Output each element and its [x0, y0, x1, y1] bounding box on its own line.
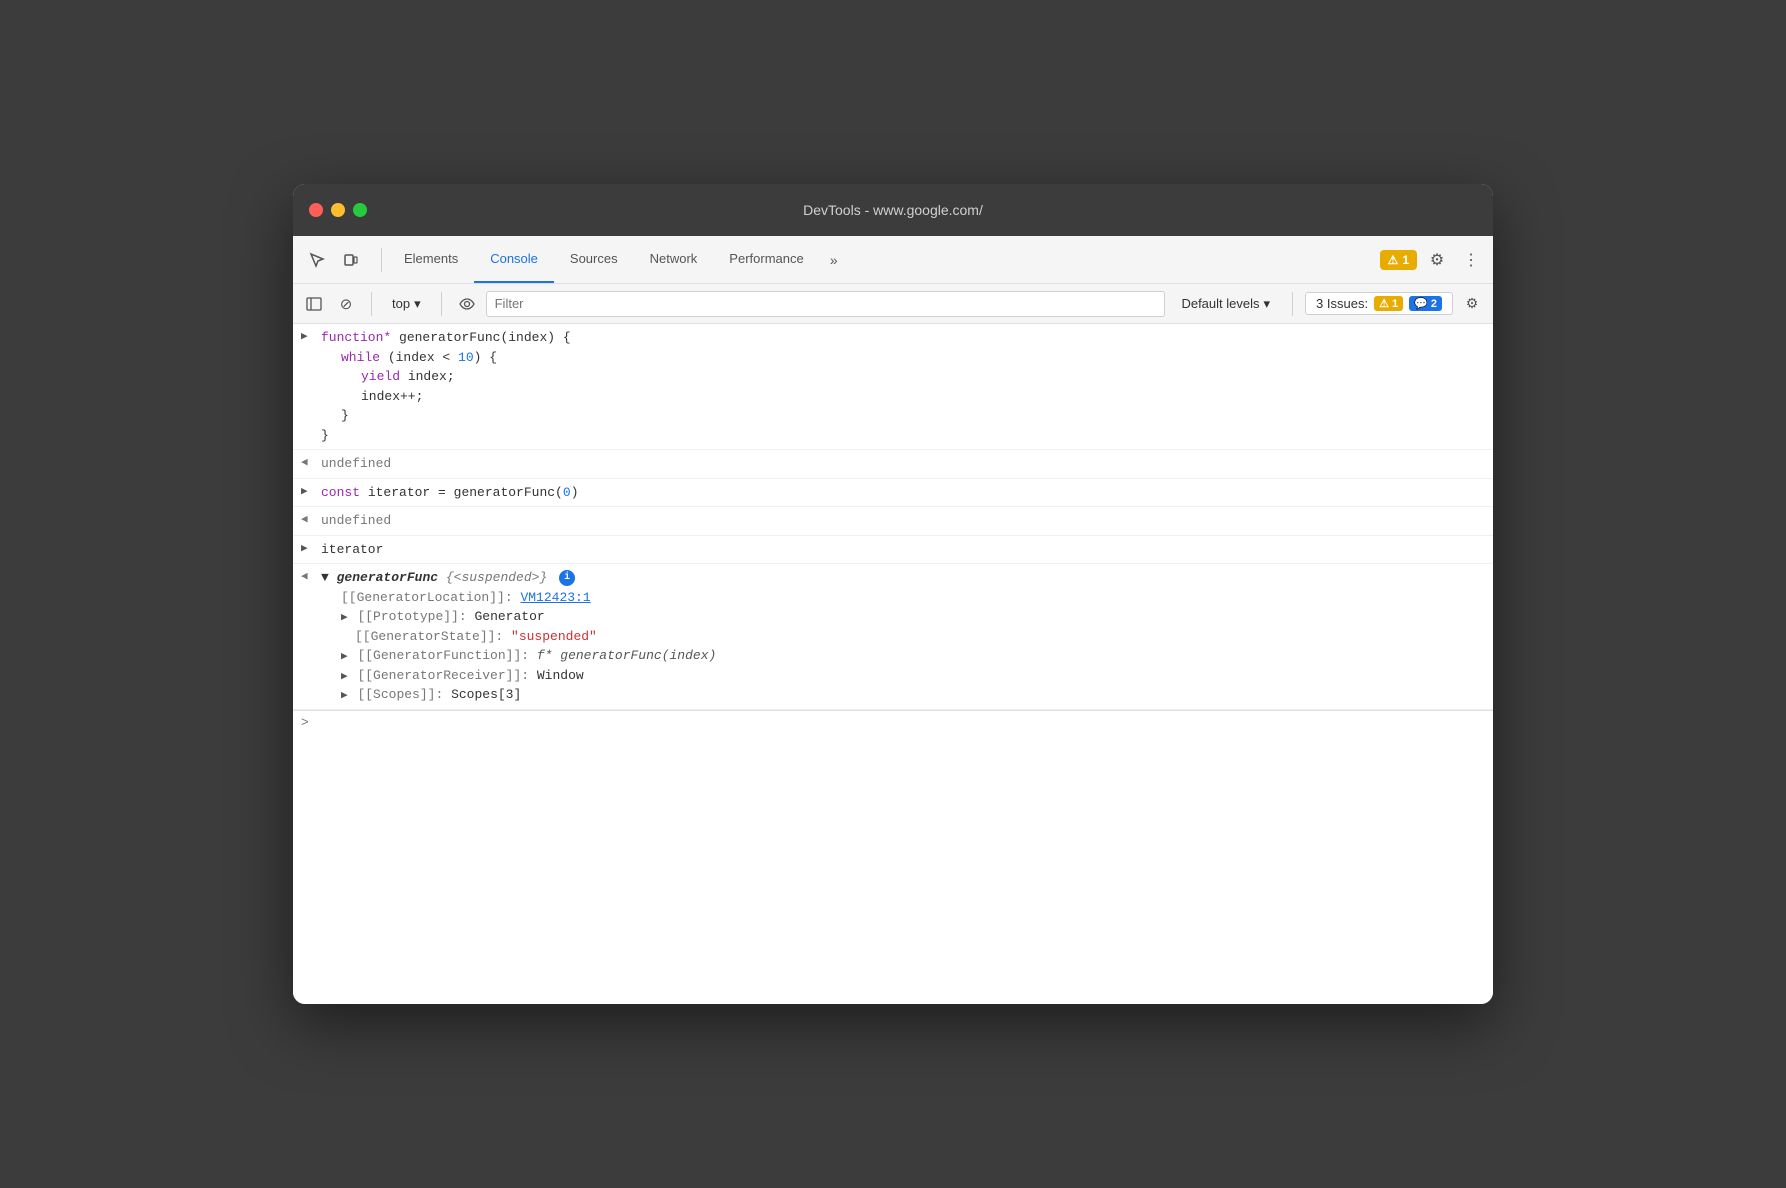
- console-entry-undefined-1: ◀ undefined: [293, 450, 1493, 479]
- toolbar-divider: [381, 248, 382, 272]
- back-arrow: ◀: [301, 568, 321, 586]
- maximize-button[interactable]: [353, 203, 367, 217]
- filter-input[interactable]: [486, 291, 1166, 317]
- issues-count-button[interactable]: 3 Issues: ⚠ 1 💬 2: [1305, 292, 1453, 315]
- console-output: ▶ function* generatorFunc(index) { while…: [293, 324, 1493, 1004]
- console-entry-const: ▶ const iterator = generatorFunc(0): [293, 479, 1493, 508]
- console-prompt: >: [301, 715, 309, 730]
- prototype-expand[interactable]: ▶: [341, 611, 348, 624]
- genrecv-expand[interactable]: ▶: [341, 670, 348, 683]
- prototype-row: ▶ [[Prototype]]: Generator: [341, 607, 1485, 627]
- expand-arrow[interactable]: ▶: [301, 328, 321, 346]
- console-divider-2: [441, 292, 442, 316]
- window-title: DevTools - www.google.com/: [803, 202, 983, 218]
- settings-button[interactable]: ⚙: [1423, 246, 1451, 274]
- tab-bar: Elements Console Sources Network Perform…: [388, 236, 1380, 283]
- device-toolbar-button[interactable]: [335, 244, 367, 276]
- console-input[interactable]: [317, 715, 1485, 730]
- expand-arrow-2[interactable]: ▶: [301, 483, 321, 501]
- tab-network[interactable]: Network: [634, 236, 714, 283]
- entry-generator-content: ▼ generatorFunc {<suspended>} i [[Genera…: [321, 568, 1485, 705]
- scopes-row: ▶ [[Scopes]]: Scopes[3]: [341, 685, 1485, 705]
- issues-info-badge: 💬 2: [1409, 296, 1442, 311]
- generator-header: ▼ generatorFunc {<suspended>} i: [321, 568, 1485, 588]
- inspect-element-button[interactable]: [301, 244, 333, 276]
- devtools-window: DevTools - www.google.com/ Elements: [293, 184, 1493, 1004]
- console-divider: [371, 292, 372, 316]
- main-toolbar: Elements Console Sources Network Perform…: [293, 236, 1493, 284]
- traffic-lights: [309, 203, 367, 217]
- genfunc-expand[interactable]: ▶: [341, 650, 348, 663]
- info-icon[interactable]: i: [559, 570, 575, 586]
- toolbar-right: ⚠ 1 ⚙ ⋮: [1380, 246, 1485, 274]
- console-entry-undefined-2: ◀ undefined: [293, 507, 1493, 536]
- console-settings-button[interactable]: ⚙: [1459, 291, 1485, 317]
- context-selector[interactable]: top ▾: [384, 293, 429, 315]
- entry-iterator-content: iterator: [321, 540, 1485, 560]
- minimize-button[interactable]: [331, 203, 345, 217]
- tab-console[interactable]: Console: [474, 236, 554, 283]
- return-arrow-2: ◀: [301, 511, 321, 529]
- console-toolbar: ⊘ top ▾ Default levels ▾ 3 Issues: ⚠ 1 💬: [293, 284, 1493, 324]
- clear-console-button[interactable]: ⊘: [333, 291, 359, 317]
- return-arrow: ◀: [301, 454, 321, 472]
- warn-icon: ⚠: [1388, 253, 1399, 267]
- warn-small-icon: ⚠: [1379, 298, 1392, 310]
- show-console-sidebar-button[interactable]: [301, 291, 327, 317]
- log-levels-button[interactable]: Default levels ▾: [1171, 293, 1280, 315]
- console-entry-generator: ◀ ▼ generatorFunc {<suspended>} i [[Gene…: [293, 564, 1493, 710]
- filter-eye-button[interactable]: [454, 291, 480, 317]
- close-button[interactable]: [309, 203, 323, 217]
- entry-undefined-2: undefined: [321, 511, 1485, 531]
- more-options-button[interactable]: ⋮: [1457, 246, 1485, 274]
- console-input-row: >: [293, 710, 1493, 734]
- entry-const-content: const iterator = generatorFunc(0): [321, 483, 1485, 503]
- generator-location-link[interactable]: VM12423:1: [520, 590, 590, 605]
- console-entry-func-def: ▶ function* generatorFunc(index) { while…: [293, 324, 1493, 450]
- scopes-expand[interactable]: ▶: [341, 689, 348, 702]
- entry-undefined-1: undefined: [321, 454, 1485, 474]
- more-tabs-button[interactable]: »: [820, 246, 848, 274]
- tab-elements[interactable]: Elements: [388, 236, 474, 283]
- generator-receiver-row: ▶ [[GeneratorReceiver]]: Window: [341, 666, 1485, 686]
- chat-icon: 💬: [1414, 298, 1431, 310]
- console-divider-3: [1292, 292, 1293, 316]
- toolbar-icon-group: [301, 244, 367, 276]
- generator-location-row: [[GeneratorLocation]]: VM12423:1: [341, 588, 1485, 608]
- issues-warn-badge: ⚠ 1: [1374, 296, 1403, 311]
- console-entry-iterator: ▶ iterator: [293, 536, 1493, 565]
- expand-arrow-3[interactable]: ▶: [301, 540, 321, 558]
- generator-function-row: ▶ [[GeneratorFunction]]: f* generatorFun…: [341, 646, 1485, 666]
- tab-sources[interactable]: Sources: [554, 236, 634, 283]
- title-bar: DevTools - www.google.com/: [293, 184, 1493, 236]
- generator-state-row: [[GeneratorState]]: "suspended": [341, 627, 1485, 647]
- tab-performance[interactable]: Performance: [713, 236, 819, 283]
- entry-content: function* generatorFunc(index) { while (…: [321, 328, 1485, 445]
- keyword-function: function*: [321, 330, 391, 345]
- issues-badge[interactable]: ⚠ 1: [1380, 250, 1417, 270]
